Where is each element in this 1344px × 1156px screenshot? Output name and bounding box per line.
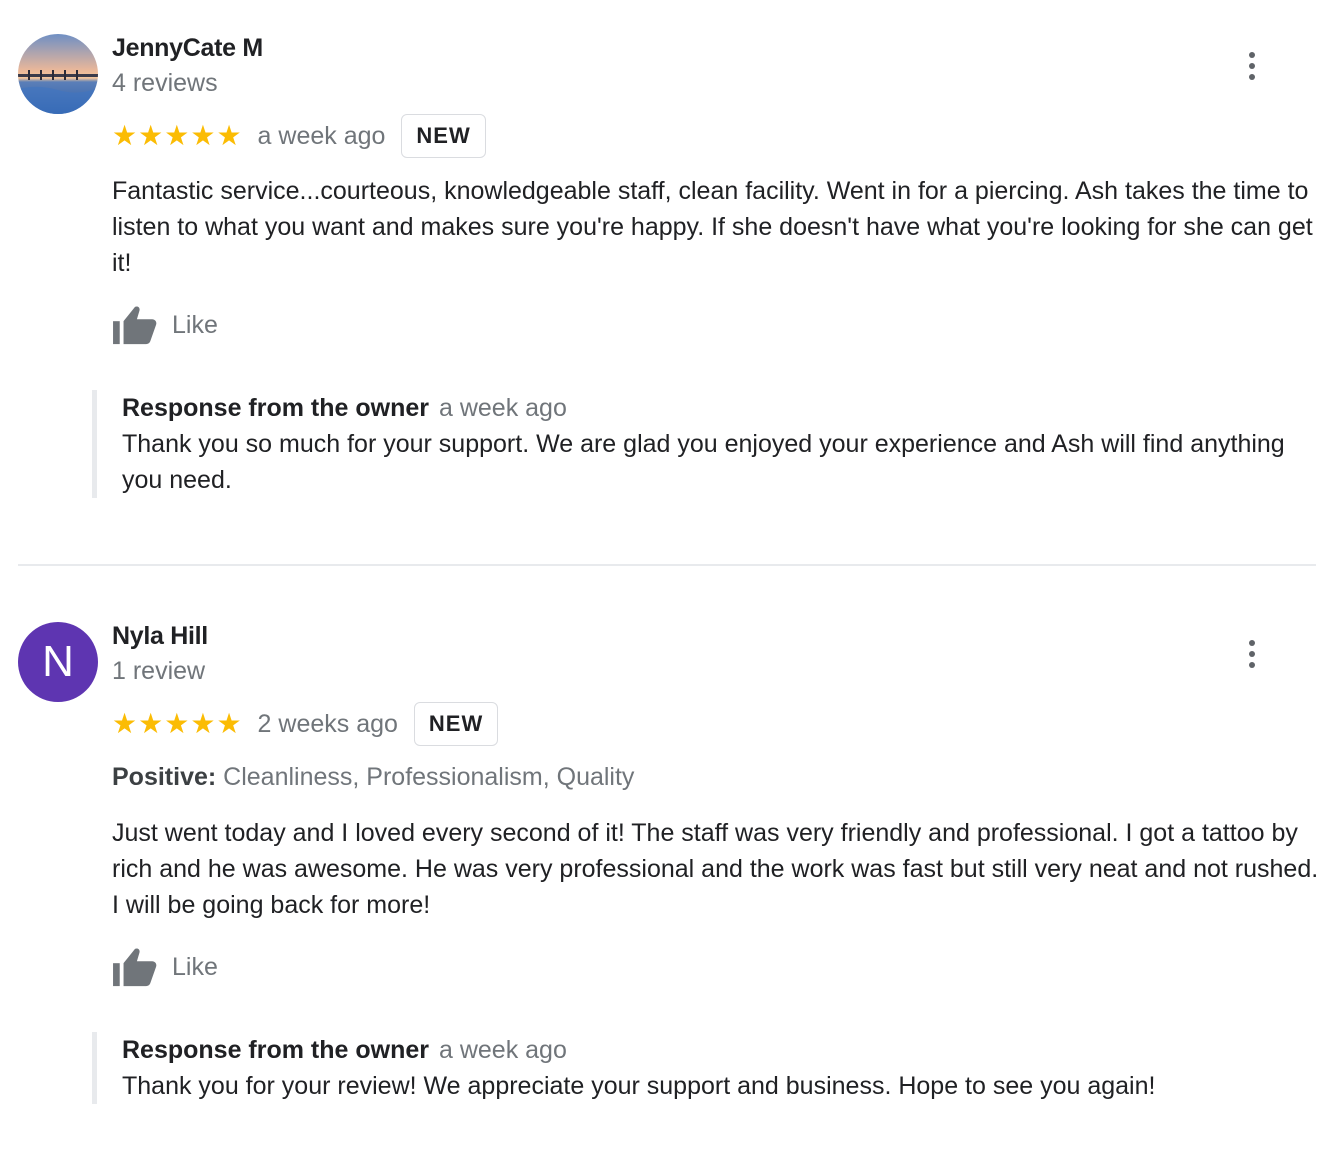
star-icon: ★ (190, 707, 216, 740)
rating-row: ★ ★ ★ ★ ★ 2 weeks ago NEW (112, 702, 499, 746)
reviewer-avatar[interactable]: N (18, 622, 98, 702)
highlights-values: Cleanliness, Professionalism, Quality (223, 763, 635, 791)
more-options-button[interactable] (1236, 636, 1268, 672)
like-label: Like (172, 310, 218, 339)
rating-row: ★ ★ ★ ★ ★ a week ago NEW (112, 114, 486, 158)
owner-response-time: a week ago (439, 1036, 567, 1064)
owner-response-heading: Response from the owner (122, 1036, 429, 1064)
like-button[interactable]: Like (112, 946, 218, 988)
reviewer-review-count[interactable]: 1 review (112, 657, 205, 686)
review-text: Just went today and I loved every second… (112, 819, 1319, 919)
owner-response-text: Thank you for your review! We appreciate… (122, 1072, 1156, 1100)
new-badge: NEW (401, 114, 486, 158)
star-icon: ★ (190, 119, 216, 152)
star-icon: ★ (112, 707, 138, 740)
more-vert-icon (1249, 640, 1255, 646)
owner-response-heading: Response from the owner (122, 394, 429, 422)
owner-response: Response from the owner a week ago Thank … (92, 1032, 1292, 1104)
star-rating: ★ ★ ★ ★ ★ (112, 710, 242, 738)
reviewer-avatar[interactable] (18, 34, 98, 114)
star-icon: ★ (216, 119, 242, 152)
like-label: Like (172, 952, 218, 981)
reviewer-name[interactable]: JennyCate M (112, 34, 263, 63)
owner-response-text: Thank you so much for your support. We a… (122, 430, 1285, 494)
star-icon: ★ (112, 119, 138, 152)
star-icon: ★ (164, 707, 190, 740)
owner-response-time: a week ago (439, 394, 567, 422)
thumbs-up-icon (113, 948, 157, 987)
avatar-photo (18, 34, 98, 114)
review-highlights: Positive: Cleanliness, Professionalism, … (112, 763, 634, 792)
star-icon: ★ (138, 119, 164, 152)
thumbs-up-icon (113, 306, 157, 345)
star-icon: ★ (138, 707, 164, 740)
review-divider (18, 564, 1316, 566)
review-time: a week ago (257, 121, 386, 150)
more-options-button[interactable] (1236, 48, 1268, 84)
review-text: Fantastic service...courteous, knowledge… (112, 177, 1313, 277)
reviewer-review-count[interactable]: 4 reviews (112, 69, 218, 98)
reviewer-name[interactable]: Nyla Hill (112, 622, 208, 651)
more-vert-icon (1249, 52, 1255, 58)
new-badge: NEW (413, 702, 499, 746)
star-icon: ★ (164, 119, 190, 152)
owner-response: Response from the owner a week ago Thank … (92, 390, 1292, 498)
review-time: 2 weeks ago (257, 709, 398, 738)
like-button[interactable]: Like (112, 304, 218, 346)
star-icon: ★ (216, 707, 242, 740)
highlights-label: Positive: (112, 763, 217, 791)
star-rating: ★ ★ ★ ★ ★ (112, 122, 242, 150)
